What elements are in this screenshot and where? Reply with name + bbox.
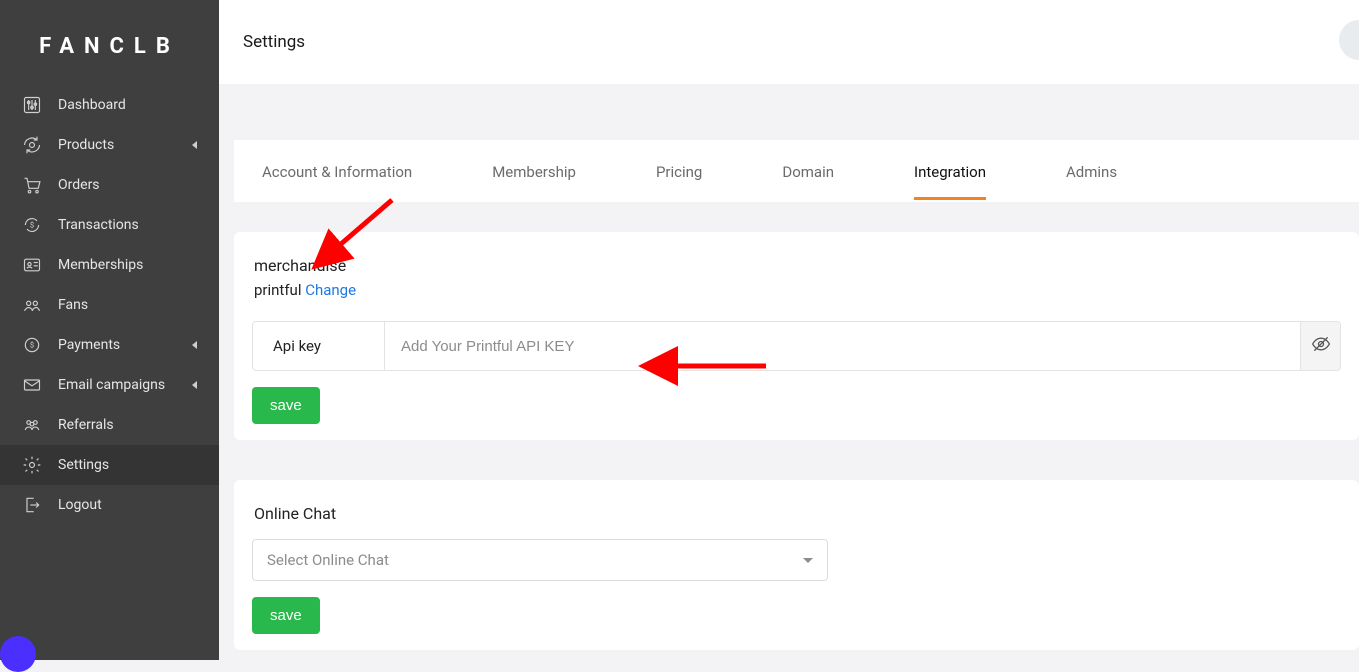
page-header: Settings: [219, 0, 1359, 84]
group-icon: [22, 415, 42, 435]
tab-domain[interactable]: Domain: [782, 143, 834, 200]
sidebar-item-payments[interactable]: $ Payments: [0, 325, 219, 365]
sidebar-item-settings[interactable]: Settings: [0, 445, 219, 485]
online-chat-select-placeholder: Select Online Chat: [267, 551, 389, 569]
sidebar-item-label: Referrals: [58, 417, 197, 433]
api-key-row: Api key: [252, 321, 1341, 371]
gear-icon: [22, 455, 42, 475]
sidebar-item-label: Memberships: [58, 257, 197, 273]
people-icon: [22, 295, 42, 315]
sidebar-item-memberships[interactable]: Memberships: [0, 245, 219, 285]
dollar-sync-icon: $: [22, 215, 42, 235]
sidebar-item-label: Transactions: [58, 217, 197, 233]
chevron-left-icon: [192, 381, 197, 389]
tab-membership[interactable]: Membership: [492, 143, 576, 200]
sidebar-item-orders[interactable]: Orders: [0, 165, 219, 205]
merchandise-heading: merchandise: [254, 256, 1341, 275]
sidebar-item-transactions[interactable]: $ Transactions: [0, 205, 219, 245]
chevron-left-icon: [192, 141, 197, 149]
merchandise-provider: printful: [254, 281, 301, 299]
sidebar-item-label: Payments: [58, 337, 176, 353]
sidebar-item-label: Orders: [58, 177, 197, 193]
sidebar-item-label: Logout: [58, 497, 197, 513]
change-provider-link[interactable]: Change: [305, 281, 356, 299]
sidebar: FANCLB Dashboard Products Orders $ T: [0, 0, 219, 660]
online-chat-select[interactable]: Select Online Chat: [252, 539, 828, 581]
save-merchandise-button[interactable]: save: [252, 387, 320, 424]
sidebar-item-label: Email campaigns: [58, 377, 176, 393]
help-launcher[interactable]: [0, 636, 36, 672]
page-title: Settings: [243, 32, 305, 52]
api-key-input[interactable]: [385, 322, 1300, 370]
chevron-down-icon: [803, 558, 813, 563]
eye-off-icon: [1311, 334, 1331, 358]
sidebar-item-logout[interactable]: Logout: [0, 485, 219, 525]
svg-text:$: $: [30, 341, 34, 350]
sidebar-item-label: Dashboard: [58, 97, 197, 113]
tab-pricing[interactable]: Pricing: [656, 143, 702, 200]
coin-icon: $: [22, 335, 42, 355]
sidebar-item-email-campaigns[interactable]: Email campaigns: [0, 365, 219, 405]
sidebar-item-label: Products: [58, 137, 176, 153]
sidebar-item-products[interactable]: Products: [0, 125, 219, 165]
sidebar-item-label: Settings: [58, 457, 197, 473]
sidebar-item-referrals[interactable]: Referrals: [0, 405, 219, 445]
save-online-chat-button[interactable]: save: [252, 597, 320, 634]
online-chat-heading: Online Chat: [254, 504, 1341, 523]
sidebar-item-fans[interactable]: Fans: [0, 285, 219, 325]
brand-logo: FANCLB: [0, 0, 219, 85]
nav: Dashboard Products Orders $ Transactions: [0, 85, 219, 525]
chevron-left-icon: [192, 341, 197, 349]
merchandise-card: merchandise printful Change Api key save: [234, 232, 1359, 440]
sliders-icon: [22, 95, 42, 115]
tab-integration[interactable]: Integration: [914, 143, 986, 200]
merchandise-provider-row: printful Change: [254, 281, 1341, 299]
api-key-label: Api key: [253, 322, 385, 370]
settings-tabs: Account & Information Membership Pricing…: [234, 140, 1359, 202]
sidebar-item-label: Fans: [58, 297, 197, 313]
cart-icon: [22, 175, 42, 195]
sidebar-item-dashboard[interactable]: Dashboard: [0, 85, 219, 125]
refresh-gear-icon: [22, 135, 42, 155]
avatar[interactable]: [1339, 20, 1359, 60]
online-chat-card: Online Chat Select Online Chat save: [234, 480, 1359, 650]
tab-admins[interactable]: Admins: [1066, 143, 1117, 200]
svg-text:$: $: [30, 221, 34, 230]
id-card-icon: [22, 255, 42, 275]
exit-icon: [22, 495, 42, 515]
tab-account-information[interactable]: Account & Information: [262, 143, 412, 200]
toggle-visibility-button[interactable]: [1300, 322, 1340, 370]
mail-icon: [22, 375, 42, 395]
